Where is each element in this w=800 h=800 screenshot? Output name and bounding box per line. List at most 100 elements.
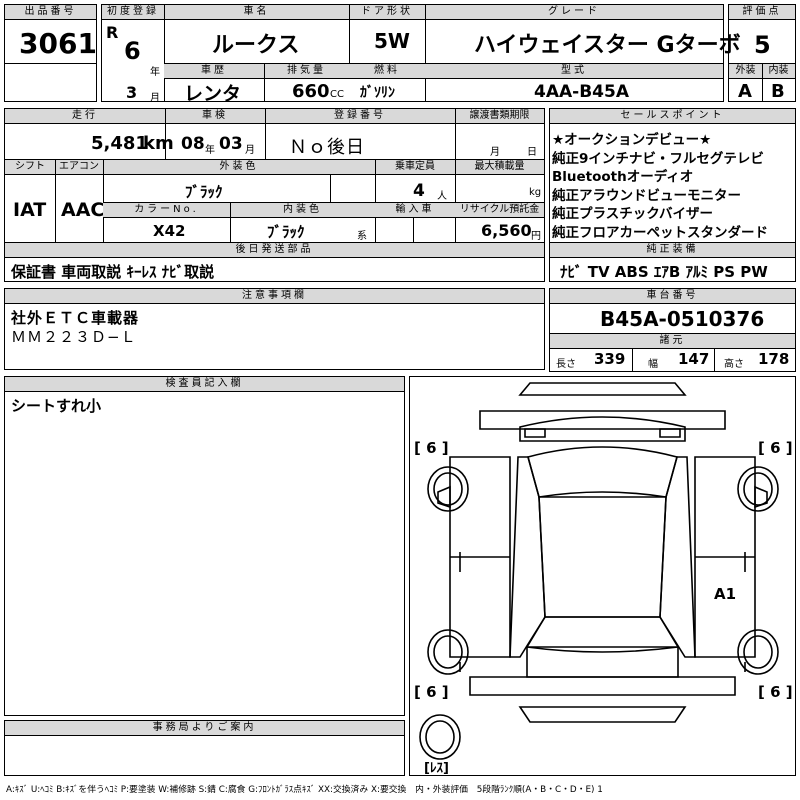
type-label: 型式	[425, 64, 723, 79]
rear-bumper	[469, 676, 736, 696]
sales-line: Bluetoothオーディオ	[552, 169, 694, 185]
sales-line: 純正フロアカーペットスタンダード	[552, 224, 768, 241]
score-label: 評価点	[729, 5, 795, 20]
lot-number: 3061	[19, 27, 97, 60]
inspector-label: 検査員記入欄	[5, 377, 404, 392]
ext-label: 外装	[729, 64, 762, 79]
cc-unit: CC	[330, 89, 344, 100]
doc-label: 譲渡書類期限	[455, 109, 544, 124]
equip-items: ﾅﾋﾞ TV ABS ｴｱB ｱﾙﾐ PS PW	[560, 263, 768, 281]
inspect-year: 08	[181, 134, 205, 154]
note-line: 社外ＥＴＣ車載器	[11, 309, 140, 327]
vehicle-info-box: 初度登録 車名 ドア形状 グレード R 6 年 ルークス 5W ハイウェイスター…	[101, 4, 741, 105]
recycle-yen: 円	[531, 231, 541, 242]
load-label: 最大積載量	[455, 160, 544, 175]
notes-label: 注意事項欄	[5, 289, 544, 304]
reg-label: 登録番号	[265, 109, 455, 124]
first-reg-label: 初度登録	[102, 5, 164, 20]
office-box: 事務局よりご案内	[4, 720, 405, 776]
intcolor-label: 内装色	[230, 203, 375, 218]
intcolor-kei: 系	[357, 231, 367, 242]
spec-label: 諸元	[550, 334, 795, 349]
seats-value: 4	[413, 181, 425, 201]
spare-tire-label: [ﾚｽ]	[424, 761, 449, 776]
import-label: 輸入車	[375, 203, 455, 218]
mileage-label: 走行	[5, 109, 165, 124]
office-label: 事務局よりご案内	[5, 721, 404, 736]
chassis-box: 車台番号 B45A-0510376 諸元 長さ 339 幅 147 高さ 178	[549, 288, 796, 372]
inspect-label: 車検	[165, 109, 265, 124]
doc-month: 月	[490, 147, 500, 158]
lot-label: 出品番号	[5, 5, 96, 20]
inspect-month: 03	[219, 134, 243, 154]
model-name: ルークス	[212, 33, 300, 58]
front-bumper	[518, 382, 687, 396]
inspect-year-unit: 年	[205, 145, 215, 156]
fuel-value: ｶﾞｿﾘﾝ	[360, 85, 395, 101]
reg-month: 3	[126, 83, 138, 102]
reg-year: 6	[124, 37, 141, 65]
roof	[538, 496, 667, 618]
sales-box: セールスポイント ★オークションデビュー★ 純正9インチナビ・フルセグテレビ B…	[549, 108, 796, 282]
damage-mark: A1	[714, 585, 737, 603]
length-value: 339	[594, 350, 626, 368]
history-label: 車歴	[164, 64, 264, 79]
mileage-value: 5,481	[91, 133, 148, 154]
sales-points: ★オークションデビュー★ 純正9インチナビ・フルセグテレビ Bluetoothオ…	[552, 131, 768, 242]
color-label: 外装色	[103, 160, 375, 175]
car-diagram	[419, 382, 779, 760]
tire-fl-depth: [ 6 ]	[414, 439, 449, 457]
doc-day: 日	[527, 147, 537, 158]
tire-rr-depth: [ 6 ]	[758, 683, 793, 701]
score-value: 5	[754, 31, 771, 59]
model-label: 車名	[164, 5, 349, 20]
sales-line: 純正9インチナビ・フルセグテレビ	[552, 150, 764, 167]
grade-name: ハイウェイスター Gターボ	[474, 33, 741, 58]
km-unit: km	[143, 133, 174, 154]
height-value: 178	[758, 350, 790, 368]
intcolor-value: ﾌﾞﾗｯｸ	[267, 223, 305, 241]
chassis-label: 車台番号	[550, 289, 795, 304]
sales-line: 純正アラウンドビューモニター	[552, 187, 741, 204]
equip-label: 純正装備	[550, 243, 795, 258]
length-label: 長さ	[556, 359, 576, 370]
shift-value: IAT	[13, 199, 47, 221]
type-value: 4AA-B45A	[534, 82, 629, 102]
details-box: 走行 車検 登録番号 譲渡書類期限 5,481 km 08 年 03 月 Ｎｏ後…	[4, 108, 545, 282]
history-value: レンタ	[184, 83, 242, 105]
seats-label: 乗車定員	[375, 160, 455, 175]
sales-line: ★オークションデビュー★	[552, 132, 712, 148]
car-diagram-box: [ 6 ] [ 6 ] [ 6 ] [ 6 ] A1 [ﾚｽ]	[409, 376, 796, 776]
ext-grade: A	[738, 81, 752, 102]
width-value: 147	[678, 350, 710, 368]
reg-value: Ｎｏ後日	[289, 137, 365, 158]
chassis-number: B45A-0510376	[600, 307, 765, 331]
notes-box: 注意事項欄 社外ＥＴＣ車載器 ＭＭ２２３Ｄ−Ｌ	[4, 288, 545, 370]
height-label: 高さ	[724, 359, 744, 370]
sales-label: セールスポイント	[550, 109, 795, 124]
fuel-label: 燃料	[349, 64, 425, 79]
lot-box: 出品番号 3061	[4, 4, 97, 102]
inspect-month-unit: 月	[245, 145, 255, 156]
seats-unit: 人	[437, 191, 447, 202]
displacement-value: 660	[292, 81, 330, 102]
grade-label: グレード	[425, 5, 723, 20]
inspector-text: シートすれ小	[11, 397, 102, 415]
score-box: 評価点 5 外装 内装 A B	[728, 4, 796, 102]
ac-label: エアコン	[55, 160, 103, 175]
shift-label: シフト	[5, 160, 55, 175]
ac-value: AAC	[61, 199, 105, 221]
recycle-label: リサイクル預託金	[455, 203, 544, 218]
width-label: 幅	[648, 359, 658, 370]
ext-color: ﾌﾞﾗｯｸ	[185, 183, 223, 201]
windshield	[527, 446, 678, 498]
later-parts-value: 保証書 車両取説 ｷｰﾚｽ ﾅﾋﾞ取説	[11, 263, 215, 281]
tire-fr-depth: [ 6 ]	[758, 439, 793, 457]
later-parts-label: 後日発送部品	[5, 243, 544, 258]
displacement-label: 排気量	[264, 64, 349, 79]
int-label: 内装	[762, 64, 795, 79]
month-unit: 月	[150, 93, 160, 104]
colorno-value: X42	[153, 222, 186, 240]
legend: A:ｷｽﾞ U:ﾍｺﾐ B:ｷｽﾞを伴うﾍｺﾐ P:要塗装 W:補修跡 S:錆 …	[6, 785, 603, 795]
inspector-box: 検査員記入欄 シートすれ小	[4, 376, 405, 716]
